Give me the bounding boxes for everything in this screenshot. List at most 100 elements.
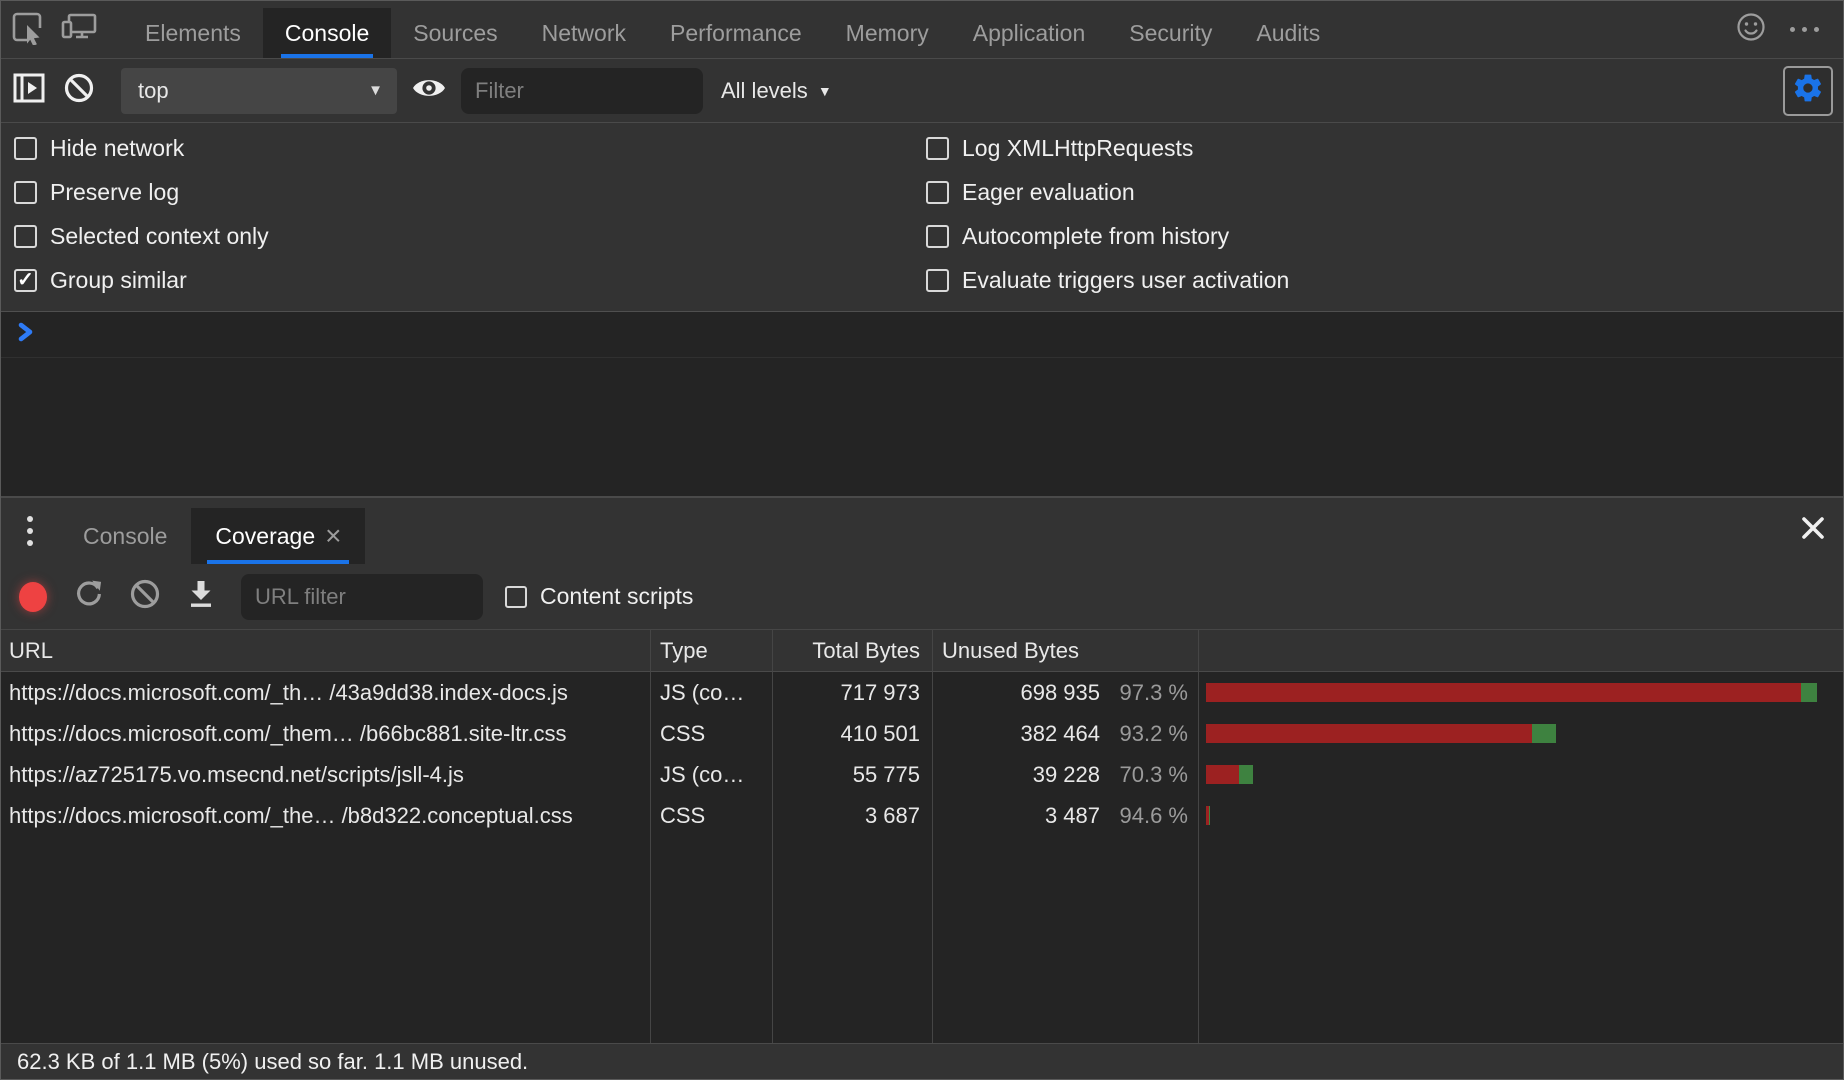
live-expression-button[interactable] — [403, 69, 455, 113]
tabbar-right — [1730, 1, 1843, 58]
setting-group-similar[interactable]: Group similar — [1, 258, 913, 302]
setting-label: Hide network — [50, 135, 184, 162]
row-type-cell[interactable]: CSS — [651, 713, 773, 754]
row-unused-bytes-cell[interactable]: 698 93597.3 % — [933, 672, 1199, 713]
row-total-bytes-cell[interactable]: 410 501 — [773, 713, 933, 754]
more-options-button[interactable] — [1780, 27, 1829, 32]
column-header-url[interactable]: URL — [1, 630, 651, 672]
unused-percent-value: 93.2 % — [1100, 721, 1188, 747]
coverage-reload-button[interactable] — [65, 574, 113, 620]
setting-autocomplete-from-history[interactable]: Autocomplete from history — [913, 214, 1843, 258]
row-usage-bar-cell[interactable] — [1199, 754, 1843, 795]
setting-label: Autocomplete from history — [962, 223, 1229, 250]
row-total-bytes-cell[interactable]: 3 687 — [773, 795, 933, 836]
tab-close-icon[interactable]: × — [325, 522, 341, 550]
row-usage-bar-cell[interactable] — [1199, 795, 1843, 836]
row-url-cell[interactable]: https://az725175.vo.msecnd.net/scripts/j… — [1, 754, 651, 795]
clear-console-button[interactable] — [57, 69, 101, 113]
unused-bytes-value: 39 228 — [1033, 762, 1100, 788]
context-selector-value: top — [138, 78, 169, 104]
drawer-tab-console[interactable]: Console — [59, 508, 191, 564]
url-filter-input[interactable] — [241, 574, 483, 620]
checkbox-icon — [14, 181, 37, 204]
record-icon — [19, 582, 47, 612]
usage-bar — [1206, 683, 1817, 702]
coverage-export-button[interactable] — [177, 574, 225, 620]
coverage-record-button[interactable] — [9, 574, 57, 620]
log-levels-dropdown[interactable]: All levels ▼ — [721, 78, 832, 104]
checkbox-icon — [14, 225, 37, 248]
tab-security[interactable]: Security — [1107, 8, 1234, 58]
console-filter-input[interactable] — [461, 68, 703, 114]
used-bar-segment — [1801, 683, 1818, 702]
show-sidebar-button[interactable] — [7, 69, 51, 113]
checkbox-icon — [14, 269, 37, 292]
drawer-menu-button[interactable] — [1, 498, 59, 564]
inspect-element-button[interactable] — [1, 1, 53, 58]
download-icon — [186, 578, 216, 616]
coverage-status-bar: 62.3 KB of 1.1 MB (5%) used so far. 1.1 … — [1, 1043, 1843, 1079]
console-prompt[interactable] — [1, 312, 1843, 358]
feedback-button[interactable] — [1730, 12, 1772, 48]
setting-eager-evaluation[interactable]: Eager evaluation — [913, 170, 1843, 214]
row-unused-bytes-cell[interactable]: 39 22870.3 % — [933, 754, 1199, 795]
unused-bar-segment — [1206, 724, 1532, 743]
setting-hide-network[interactable]: Hide network — [1, 126, 913, 170]
unused-percent-value: 94.6 % — [1100, 803, 1188, 829]
tab-network[interactable]: Network — [520, 8, 648, 58]
coverage-clear-button[interactable] — [121, 574, 169, 620]
setting-evaluate-triggers-user-activation[interactable]: Evaluate triggers user activation — [913, 258, 1843, 302]
table-filler-cell — [1199, 836, 1843, 1043]
tab-memory[interactable]: Memory — [824, 8, 951, 58]
content-scripts-checkbox[interactable]: Content scripts — [505, 583, 693, 610]
main-tabbar: ElementsConsoleSourcesNetworkPerformance… — [1, 1, 1843, 59]
setting-label: Group similar — [50, 267, 187, 294]
setting-label: Selected context only — [50, 223, 269, 250]
tab-console[interactable]: Console — [263, 8, 391, 58]
column-header-type[interactable]: Type — [651, 630, 773, 672]
column-header-usage[interactable] — [1199, 630, 1843, 672]
row-total-bytes-cell[interactable]: 717 973 — [773, 672, 933, 713]
drawer-close-button[interactable] — [1783, 498, 1843, 564]
setting-preserve-log[interactable]: Preserve log — [1, 170, 913, 214]
setting-label: Eager evaluation — [962, 179, 1135, 206]
row-type-cell[interactable]: JS (co… — [651, 754, 773, 795]
setting-log-xmlhttprequests[interactable]: Log XMLHttpRequests — [913, 126, 1843, 170]
row-total-bytes-cell[interactable]: 55 775 — [773, 754, 933, 795]
used-bar-segment — [1239, 765, 1253, 784]
checkbox-icon — [14, 137, 37, 160]
unused-bar-segment — [1206, 683, 1801, 702]
tab-application[interactable]: Application — [951, 8, 1108, 58]
row-url-cell[interactable]: https://docs.microsoft.com/_th… /43a9dd3… — [1, 672, 651, 713]
column-header-unused-bytes[interactable]: Unused Bytes — [933, 630, 1199, 672]
row-unused-bytes-cell[interactable]: 3 48794.6 % — [933, 795, 1199, 836]
table-filler-cell — [651, 836, 773, 1043]
drawer-tab-label: Coverage — [215, 523, 315, 550]
usage-bar — [1206, 765, 1253, 784]
row-url-cell[interactable]: https://docs.microsoft.com/_the… /b8d322… — [1, 795, 651, 836]
clear-icon — [129, 578, 161, 616]
console-settings-button[interactable] — [1783, 66, 1833, 116]
settings-column-right: Log XMLHttpRequests Eager evaluation Autoc… — [913, 126, 1843, 302]
row-type-cell[interactable]: CSS — [651, 795, 773, 836]
context-selector[interactable]: top ▼ — [121, 68, 397, 114]
tab-performance[interactable]: Performance — [648, 8, 824, 58]
row-usage-bar-cell[interactable] — [1199, 672, 1843, 713]
tab-audits[interactable]: Audits — [1234, 8, 1342, 58]
checkbox-icon — [926, 137, 949, 160]
checkbox-icon — [926, 269, 949, 292]
tab-sources[interactable]: Sources — [391, 8, 519, 58]
row-url-cell[interactable]: https://docs.microsoft.com/_them… /b66bc… — [1, 713, 651, 754]
table-filler-cell — [1, 836, 651, 1043]
row-usage-bar-cell[interactable] — [1199, 713, 1843, 754]
column-header-total-bytes[interactable]: Total Bytes — [773, 630, 933, 672]
drawer: Console Coverage × — [1, 496, 1843, 1079]
console-messages-area[interactable] — [1, 312, 1843, 496]
device-toolbar-button[interactable] — [53, 1, 105, 58]
row-unused-bytes-cell[interactable]: 382 46493.2 % — [933, 713, 1199, 754]
setting-label: Preserve log — [50, 179, 179, 206]
tab-elements[interactable]: Elements — [123, 8, 263, 58]
row-type-cell[interactable]: JS (co… — [651, 672, 773, 713]
drawer-tab-coverage[interactable]: Coverage × — [191, 508, 365, 564]
setting-selected-context-only[interactable]: Selected context only — [1, 214, 913, 258]
